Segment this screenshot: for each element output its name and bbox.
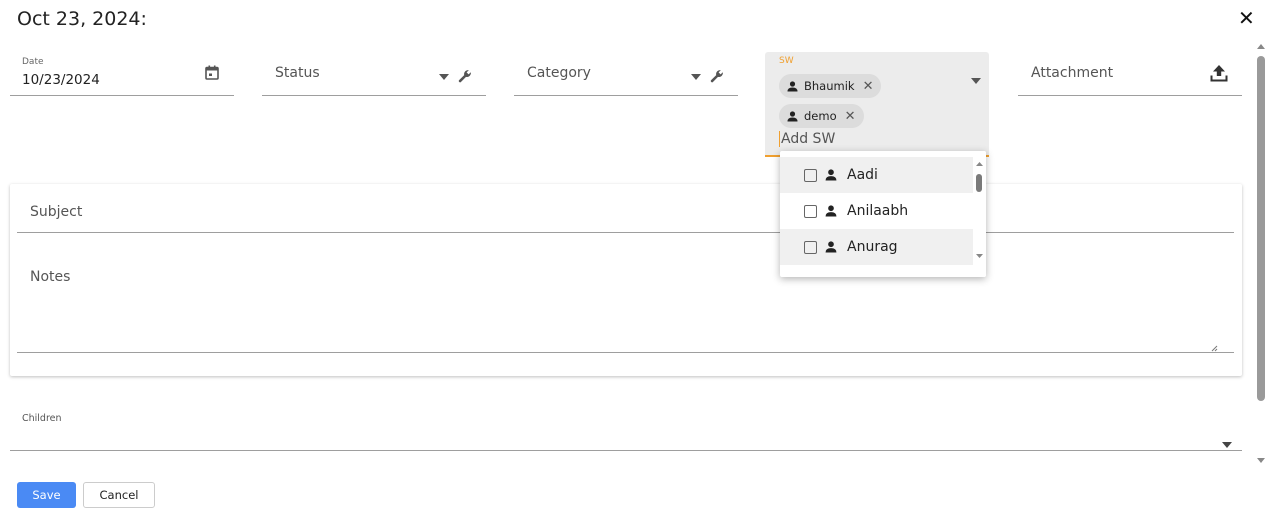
notes-underline bbox=[17, 352, 1234, 353]
wrench-icon[interactable] bbox=[709, 68, 725, 84]
option-checkbox[interactable] bbox=[804, 204, 817, 218]
person-icon bbox=[825, 169, 837, 181]
wrench-icon[interactable] bbox=[457, 68, 473, 84]
resize-handle-icon[interactable] bbox=[1210, 337, 1218, 356]
subject-input[interactable]: Subject bbox=[30, 204, 82, 220]
dropdown-scrollbar[interactable] bbox=[973, 151, 986, 277]
sw-chip-demo[interactable]: demo ✕ bbox=[779, 104, 864, 128]
subject-notes-card bbox=[10, 184, 1242, 376]
scroll-up-icon bbox=[1257, 44, 1265, 49]
scroll-down-icon bbox=[976, 254, 983, 258]
option-checkbox[interactable] bbox=[804, 168, 817, 182]
attachment-field[interactable]: Attachment bbox=[1018, 52, 1242, 96]
attachment-placeholder: Attachment bbox=[1031, 65, 1114, 81]
sw-chip-label: demo bbox=[804, 109, 837, 123]
subject-underline bbox=[17, 232, 1234, 233]
option-label: Anilaabh bbox=[847, 203, 909, 219]
status-field[interactable]: Status bbox=[262, 52, 486, 96]
option-label: Aadi bbox=[847, 167, 878, 183]
chip-remove-icon[interactable]: ✕ bbox=[845, 109, 856, 124]
list-item[interactable]: Anurag bbox=[780, 229, 973, 265]
dropdown-arrow-icon[interactable] bbox=[438, 72, 450, 82]
date-label: Date bbox=[22, 57, 44, 67]
person-icon bbox=[825, 241, 837, 253]
category-field[interactable]: Category bbox=[514, 52, 738, 96]
option-checkbox[interactable] bbox=[804, 240, 817, 254]
sw-chip-bhaumik[interactable]: Bhaumik ✕ bbox=[779, 74, 882, 98]
dialog-title: Oct 23, 2024: bbox=[17, 8, 147, 30]
scroll-up-icon bbox=[976, 162, 983, 166]
page-scrollbar-thumb[interactable] bbox=[1257, 56, 1265, 401]
sw-field[interactable]: SW Bhaumik ✕ demo ✕ Add SW bbox=[765, 52, 989, 157]
save-button[interactable]: Save bbox=[17, 482, 76, 508]
date-value[interactable]: 10/23/2024 bbox=[22, 72, 100, 88]
chip-remove-icon[interactable]: ✕ bbox=[863, 79, 874, 94]
cancel-button[interactable]: Cancel bbox=[83, 482, 155, 508]
sw-label: SW bbox=[779, 56, 794, 66]
sw-chip-label: Bhaumik bbox=[804, 79, 855, 93]
dropdown-arrow-icon[interactable] bbox=[970, 76, 982, 86]
list-item[interactable]: Anilaabh bbox=[780, 193, 973, 229]
person-icon bbox=[825, 205, 837, 217]
children-underline bbox=[10, 450, 1242, 451]
scroll-down-icon bbox=[1257, 458, 1265, 463]
dropdown-scrollbar-thumb[interactable] bbox=[976, 174, 982, 192]
sw-dropdown-list: Aadi Anilaabh Anurag bbox=[780, 151, 986, 277]
status-placeholder: Status bbox=[275, 65, 320, 81]
calendar-icon[interactable] bbox=[204, 64, 220, 80]
date-field[interactable]: Date 10/23/2024 bbox=[10, 52, 234, 96]
children-label: Children bbox=[22, 413, 62, 424]
close-button[interactable]: ✕ bbox=[1238, 6, 1255, 30]
upload-icon[interactable] bbox=[1209, 63, 1229, 83]
dropdown-arrow-icon[interactable] bbox=[690, 72, 702, 82]
person-icon bbox=[787, 80, 798, 92]
option-label: Anurag bbox=[847, 239, 898, 255]
category-placeholder: Category bbox=[527, 65, 591, 81]
notes-textarea[interactable]: Notes bbox=[30, 269, 70, 285]
add-sw-input[interactable]: Add SW bbox=[779, 131, 835, 147]
list-item[interactable]: Aadi bbox=[780, 157, 973, 193]
person-icon bbox=[787, 110, 798, 122]
